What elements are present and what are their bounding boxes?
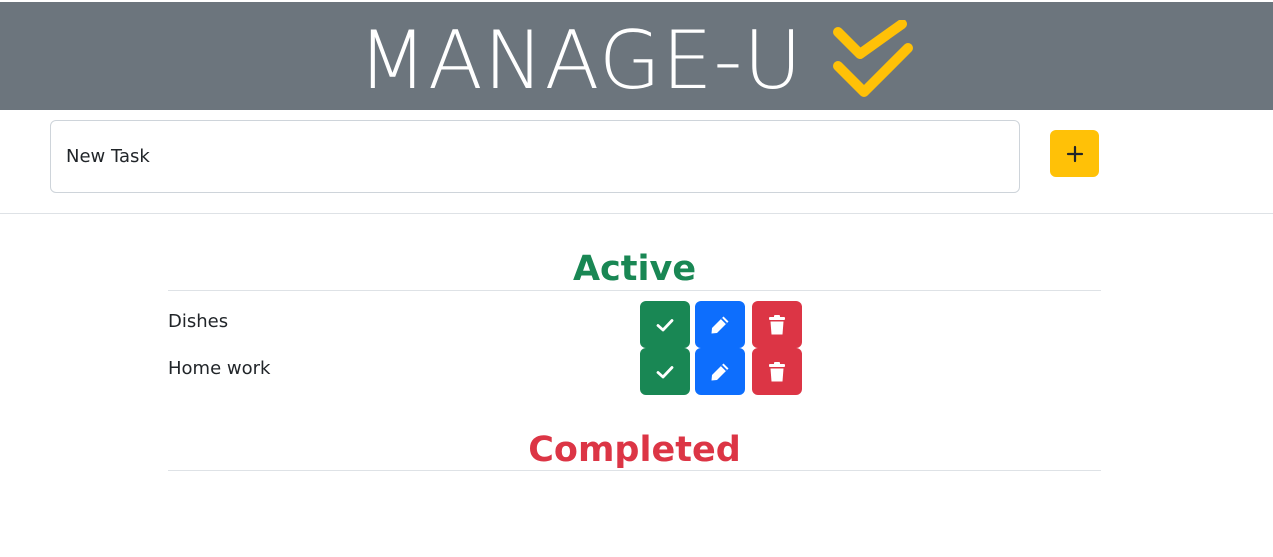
app-title: MANAGE-U <box>358 14 803 107</box>
check-icon <box>656 365 674 378</box>
delete-task-button[interactable] <box>752 301 802 348</box>
add-task-button[interactable] <box>1050 130 1099 177</box>
pencil-icon <box>711 316 729 333</box>
delete-task-button[interactable] <box>752 348 802 395</box>
task-label: Dishes <box>168 311 229 332</box>
edit-task-button[interactable] <box>695 301 745 348</box>
plus-icon <box>1066 145 1083 162</box>
active-section-title: Active <box>572 249 697 289</box>
new-task-input[interactable] <box>50 120 1020 193</box>
trash-icon <box>769 361 785 381</box>
completed-section-divider <box>168 470 1101 471</box>
complete-task-button[interactable] <box>640 348 690 395</box>
check-icon <box>656 318 674 331</box>
completed-section-title: Completed <box>528 430 741 470</box>
app-header: MANAGE-U <box>0 2 1273 110</box>
task-row: Home work <box>168 348 1101 395</box>
complete-task-button[interactable] <box>640 301 690 348</box>
header-divider <box>0 213 1273 214</box>
task-row: Dishes <box>168 301 1101 348</box>
trash-icon <box>769 314 785 334</box>
active-section-divider <box>168 290 1101 291</box>
double-check-icon <box>833 20 913 97</box>
edit-task-button[interactable] <box>695 348 745 395</box>
task-label: Home work <box>168 358 271 379</box>
pencil-icon <box>711 363 729 380</box>
